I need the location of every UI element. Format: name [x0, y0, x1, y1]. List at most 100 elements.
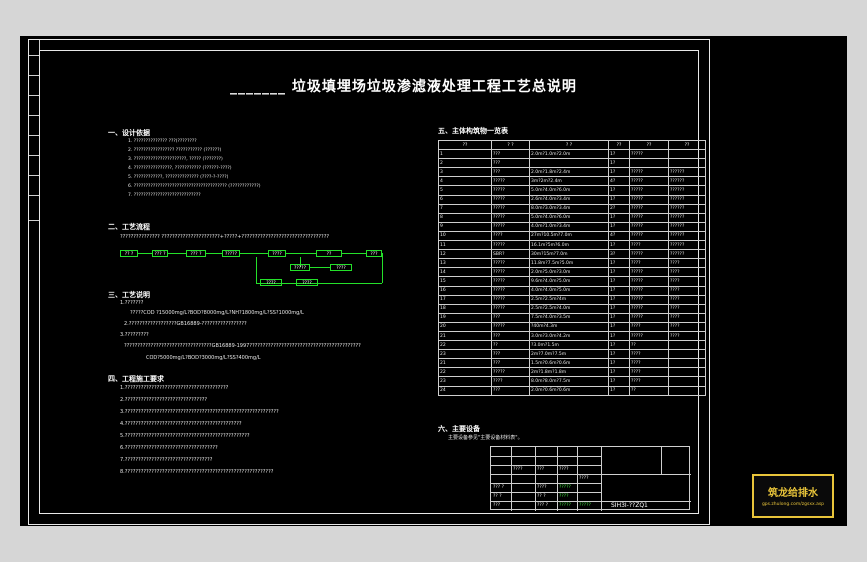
table-cell: 2.0m?1.8m?2.4m — [529, 167, 609, 178]
table-cell: ??? — [491, 312, 530, 323]
table-cell: ??? — [491, 167, 530, 178]
flow-box: ??? ? — [186, 250, 206, 257]
table-cell: ???? — [629, 349, 669, 360]
section-heading-process-flow: 二、工艺流程 — [108, 223, 150, 231]
table-cell: ?????? — [668, 176, 706, 187]
table-row: 19??? 7.5m?4.0m?3.5m 1?????????? — [438, 312, 706, 323]
table-row: 23???? 8.0m?8.0m?7.5m 1????? — [438, 376, 706, 387]
table-cell: ????? — [491, 240, 530, 251]
table-cell: ?????? — [668, 221, 706, 232]
table-cell: 17 — [438, 294, 492, 305]
table-cell: ????? — [629, 176, 669, 187]
text-line: 4.??????????????????????????????????????… — [120, 421, 242, 427]
table-cell: 1? — [608, 285, 630, 296]
table-row: 15????? 9.6m?4.0m?5.0m 1?????????? — [438, 276, 706, 287]
table-cell: 27m?10.5m?7.0m — [529, 230, 609, 242]
table-cell: 1? — [608, 349, 630, 360]
table-cell: 1? — [608, 158, 630, 169]
table-row: 7????? 8.0m?3.0m?3.4m 2???????????? — [438, 203, 706, 214]
title-block-cell: ??? — [493, 503, 501, 508]
table-row: 18????? 2.5m?2.5m?4.0m 1?????????? — [438, 303, 706, 314]
table-cell: ????? — [629, 303, 669, 314]
table-cell: ?????? — [668, 230, 706, 242]
flow-box: ???? — [330, 264, 352, 271]
column-header: ?? — [438, 139, 492, 151]
table-cell: 1? — [608, 194, 630, 205]
column-header: ?? — [668, 139, 706, 151]
title-block-cell: ??? ? — [537, 503, 548, 508]
table-cell: ????? — [629, 267, 669, 278]
table-cell: 4.0m?1.0m?3.4m — [529, 221, 609, 232]
table-cell: 2.5m?2.5m?4.0m — [529, 303, 609, 314]
text-line: 2. ????????????????? ??????????? (??????… — [128, 148, 222, 153]
table-row: 11????? 16.1m?5m?6.0m 1??????????? — [438, 240, 706, 251]
table-row: 12 SBR? 30m?15m?7.0m 3???????????? — [438, 249, 706, 260]
table-cell: 1? — [608, 258, 630, 269]
table-cell: ???? — [668, 321, 706, 332]
title-block-signature: ????? — [559, 485, 571, 490]
table-row: 2??? 1? — [438, 158, 706, 169]
text-line: COD?5000mg/L?BOD?3000mg/L?SS?400mg/L — [146, 355, 261, 361]
table-cell: ????? — [491, 276, 530, 287]
table-cell: ????? — [629, 330, 669, 342]
table-cell: 2.5m?2.5m?4m — [529, 294, 609, 305]
table-cell: ??? — [491, 358, 530, 369]
table-cell: 5 — [438, 185, 492, 196]
title-block-cell: ??? — [537, 467, 545, 472]
table-cell: ????? — [491, 267, 530, 278]
table-cell: ????? — [491, 258, 530, 269]
table-cell: 7 — [438, 203, 492, 214]
table-cell: ????? — [491, 321, 530, 332]
table-cell: 5.0m?4.0m?6.0m — [529, 185, 609, 196]
table-cell: 20 — [438, 321, 492, 332]
table-cell: 2.6m?4.0m?3.4m — [529, 194, 609, 205]
flow-box: ????? — [222, 250, 240, 257]
table-cell: 1? — [608, 340, 630, 351]
table-cell: 3 — [438, 167, 492, 178]
table-cell: ??? — [491, 349, 530, 360]
table-cell: 1? — [608, 167, 630, 178]
main-equipment-note: 主要设备参见"主要设备材料表"。 — [448, 435, 523, 441]
table-cell: ????? — [629, 185, 669, 196]
table-cell — [668, 367, 706, 378]
text-line: 1. ?????????????? ???(???????? — [128, 139, 197, 144]
column-header: ?? — [608, 139, 630, 151]
cad-drawing-canvas[interactable]: _______ 垃圾填埋场垃圾渗滤液处理工程工艺总说明 一、设计依据 1. ??… — [20, 36, 847, 526]
table-cell: ????? — [491, 303, 530, 314]
table-row: 20????? ?40m?4.3m 1????????? — [438, 321, 706, 332]
table-cell: ????? — [491, 185, 530, 196]
table-cell: 2.0m?0.6m?0.6m — [529, 385, 609, 396]
table-cell — [629, 158, 669, 169]
flow-box: ???? — [260, 279, 282, 286]
table-cell: 3.0m?3.0m?4.2m — [529, 330, 609, 342]
table-cell: ????? — [491, 176, 530, 187]
table-cell: 22 — [438, 367, 492, 378]
text-line: 2.??????????????????GB16889-????????????… — [124, 321, 247, 327]
table-cell: ???? — [668, 258, 706, 269]
text-line: ?????COD ?15000mg/L?BOD?8000mg/L?NH?1800… — [130, 310, 304, 316]
process-flow-diagram: ?? ? ??? ? ??? ? ????? ???? ?? ??? ?????… — [120, 246, 383, 296]
table-row: 8????? 5.0m?4.0m?6.0m 1???????????? — [438, 212, 706, 223]
table-cell: ???? — [668, 285, 706, 296]
text-line: 3.????????? — [120, 332, 149, 338]
table-row: 9????? 4.0m?1.0m?3.4m 1???????????? — [438, 221, 706, 232]
table-cell: 10 — [438, 230, 492, 242]
table-cell: 12 — [438, 249, 492, 260]
table-cell: ????? — [629, 294, 669, 305]
table-cell: 1? — [608, 303, 630, 314]
table-cell: 9.6m?4.0m?5.0m — [529, 276, 609, 287]
title-block-cell: ???? — [579, 476, 589, 481]
table-cell: 1? — [608, 358, 630, 369]
table-cell: 23 — [438, 376, 492, 387]
table-cell: 15 — [438, 276, 492, 287]
table-cell: 1? — [608, 294, 630, 305]
table-cell: ???? — [668, 303, 706, 314]
table-cell: ??? — [491, 149, 530, 160]
table-cell: ???? — [668, 330, 706, 342]
table-cell: ??? — [491, 330, 530, 342]
table-row: 22?? ?3.0m?1.5m 1??? — [438, 340, 706, 351]
table-cell: ?? — [629, 385, 669, 396]
zhulong-logo-stamp: 筑龙给排水 gps.zhulong.com/zgsxx.asp — [752, 474, 834, 518]
flow-box: ????? — [290, 264, 310, 271]
table-cell: 21 — [438, 330, 492, 342]
